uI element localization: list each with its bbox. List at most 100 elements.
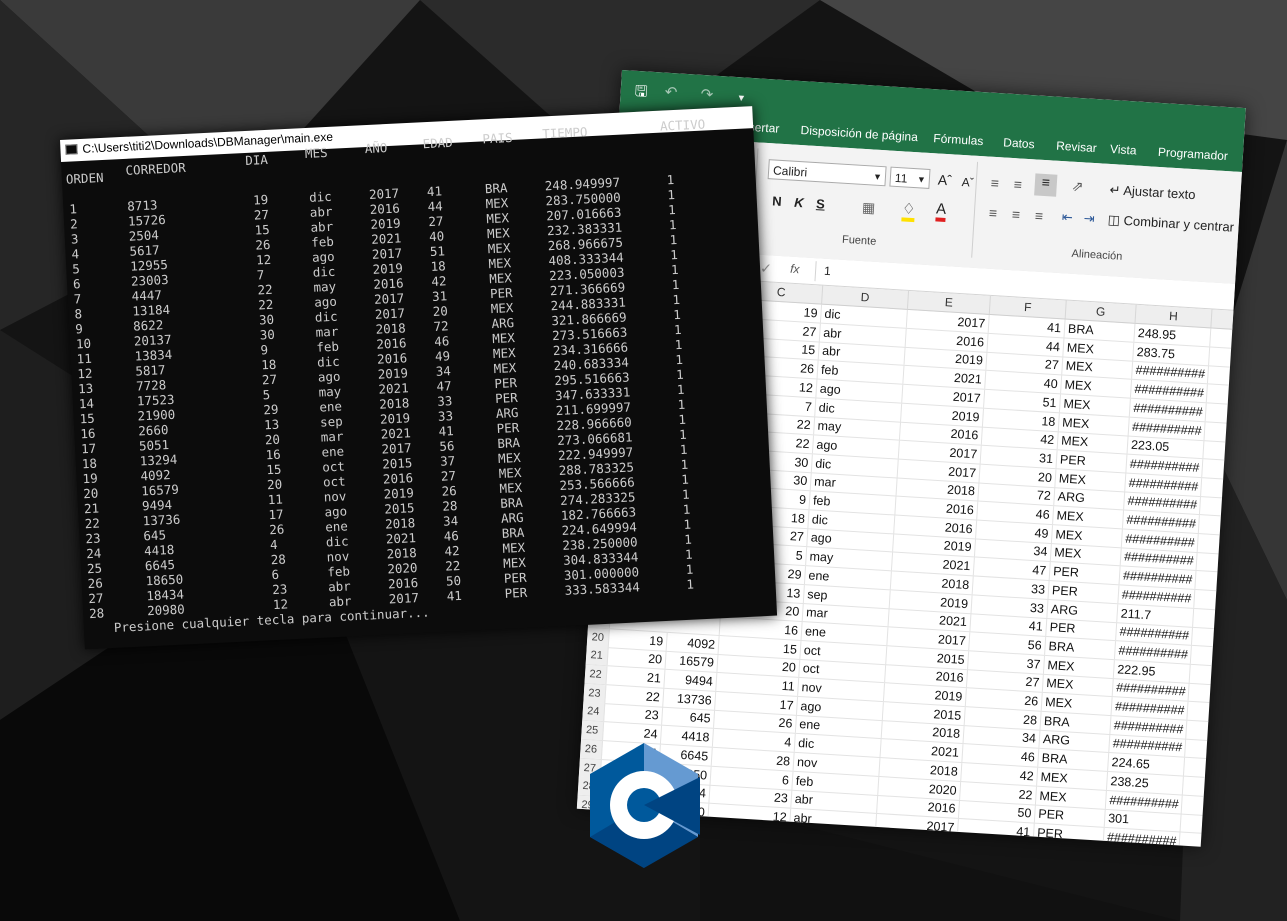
console-cell: 41 — [446, 587, 463, 604]
console-cell: may — [318, 383, 342, 400]
console-cell: mar — [320, 428, 344, 445]
console-cell: 8 — [74, 306, 83, 322]
tab-disposicion[interactable]: Disposición de página — [800, 123, 918, 144]
console-cell: 46 — [433, 333, 450, 349]
console-cell: 3 — [70, 231, 79, 247]
tab-datos[interactable]: Datos — [1003, 135, 1035, 151]
console-cell: 1 — [685, 561, 694, 577]
console-cell: 2019 — [372, 260, 404, 277]
tab-revisar[interactable]: Revisar — [1056, 139, 1097, 155]
font-name-select[interactable]: Calibri ▼ — [767, 159, 887, 187]
console-cell: 9 — [74, 321, 84, 337]
save-icon[interactable]: 🖫 — [634, 81, 648, 107]
console-cell: 33 — [437, 408, 454, 424]
font-size-select[interactable]: 11 ▼ — [889, 166, 931, 189]
increase-font-icon[interactable]: Aˆ — [937, 172, 952, 189]
merge-icon: ◫ — [1107, 211, 1121, 228]
console-cell: oct — [321, 458, 346, 475]
borders-icon[interactable]: ▦ — [862, 199, 876, 217]
tab-formulas[interactable]: Fórmulas — [933, 131, 984, 148]
console-cell: may — [313, 278, 337, 295]
sheet-cell[interactable]: 9494 — [664, 669, 718, 691]
console-header: EDAD — [422, 134, 454, 152]
increase-indent-icon[interactable]: ⇥ — [1083, 210, 1095, 227]
bold-button[interactable]: N — [772, 193, 782, 209]
console-cell: 6 — [72, 276, 81, 292]
underline-button[interactable]: S — [816, 196, 826, 212]
font-color-icon[interactable]: A — [935, 200, 947, 223]
console-cell: 50 — [445, 572, 462, 589]
console-cell: 1 — [69, 201, 78, 217]
align-center-icon[interactable]: ≡ — [1011, 206, 1020, 222]
row-number[interactable]: 25 — [581, 720, 605, 741]
sheet-cell[interactable]: 13736 — [663, 688, 717, 710]
console-cell: 29 — [263, 401, 279, 418]
row-number[interactable]: 21 — [585, 646, 609, 666]
insert-function-icon[interactable]: fx — [790, 262, 800, 277]
align-top-icon[interactable]: ≡ — [990, 175, 999, 191]
console-cell: 6645 — [144, 556, 176, 574]
fill-color-icon[interactable]: ♢ — [901, 199, 917, 223]
console-cell: dic — [325, 533, 349, 550]
console-cell: 2015 — [384, 500, 415, 517]
sheet-cell[interactable]: 645 — [662, 707, 716, 729]
wrap-text-label: Ajustar texto — [1122, 182, 1196, 203]
console-cell: ARG — [495, 404, 519, 422]
console-cell: 25 — [86, 560, 103, 577]
console-cell: 4418 — [143, 541, 175, 559]
console-cell: 4 — [71, 246, 80, 262]
console-cell: 21 — [83, 500, 100, 517]
tab-vista[interactable]: Vista — [1110, 142, 1137, 158]
row-number[interactable]: 20 — [586, 627, 610, 647]
console-cell: 1 — [677, 396, 686, 413]
console-cell: PER — [496, 419, 520, 437]
console-cell: 44 — [427, 198, 444, 215]
decrease-font-icon[interactable]: Aˇ — [961, 175, 974, 190]
console-cell: 2016 — [375, 335, 407, 352]
merge-center-button[interactable]: ◫ Combinar y centrar — [1107, 212, 1234, 236]
console-cell: 1 — [667, 187, 676, 203]
enter-icon[interactable]: ✓ — [760, 260, 773, 278]
console-cell: 33 — [436, 393, 453, 409]
console-cell: 16 — [80, 425, 96, 442]
row-number[interactable]: 22 — [584, 664, 608, 685]
console-cell: 42 — [430, 273, 447, 290]
console-cell: MEX — [499, 479, 523, 496]
formula-input[interactable]: 1 — [824, 264, 832, 278]
align-right-icon[interactable]: ≡ — [1034, 207, 1043, 223]
console-cell: 2016 — [382, 470, 414, 487]
console-cell: 5 — [71, 261, 81, 277]
sheet-cell[interactable]: 16579 — [665, 651, 719, 673]
decrease-indent-icon[interactable]: ⇤ — [1061, 209, 1073, 226]
console-cell: MEX — [502, 554, 527, 571]
console-cell: ene — [324, 518, 349, 535]
sheet-cell[interactable]: 4092 — [666, 632, 720, 654]
formula-separator — [814, 261, 817, 282]
console-cell: 4447 — [131, 287, 163, 304]
console-cell: MEX — [493, 359, 517, 377]
redo-icon[interactable]: ↷ — [700, 85, 714, 104]
align-middle-icon[interactable]: ≡ — [1013, 176, 1022, 192]
undo-icon[interactable]: ↶ — [664, 83, 678, 102]
wrap-text-icon: ↵ — [1109, 182, 1121, 198]
console-cell: ene — [318, 398, 343, 415]
console-cell: 5617 — [129, 242, 160, 259]
customize-qat-icon[interactable]: ▾ — [738, 91, 744, 104]
tab-programador[interactable]: Programador — [1158, 145, 1229, 163]
console-header: CORREDOR — [125, 159, 187, 178]
wrap-text-button[interactable]: ↵ Ajustar texto — [1109, 182, 1196, 203]
console-cell: 56 — [439, 438, 455, 454]
console-cell: 2017 — [368, 185, 400, 202]
align-bottom-icon[interactable]: ≡ — [1034, 173, 1058, 197]
console-cell: ago — [317, 368, 341, 385]
c-language-logo — [590, 743, 700, 868]
align-left-icon[interactable]: ≡ — [988, 205, 997, 221]
console-cell: 19 — [82, 470, 98, 487]
italic-button[interactable]: K — [794, 195, 804, 211]
console-cell: PER — [503, 569, 527, 586]
console-cell: BRA — [496, 434, 521, 451]
row-number[interactable]: 24 — [582, 702, 606, 722]
console-cell: 31 — [431, 288, 448, 305]
orientation-icon[interactable]: ⇗ — [1071, 178, 1084, 196]
row-number[interactable]: 23 — [583, 683, 607, 703]
